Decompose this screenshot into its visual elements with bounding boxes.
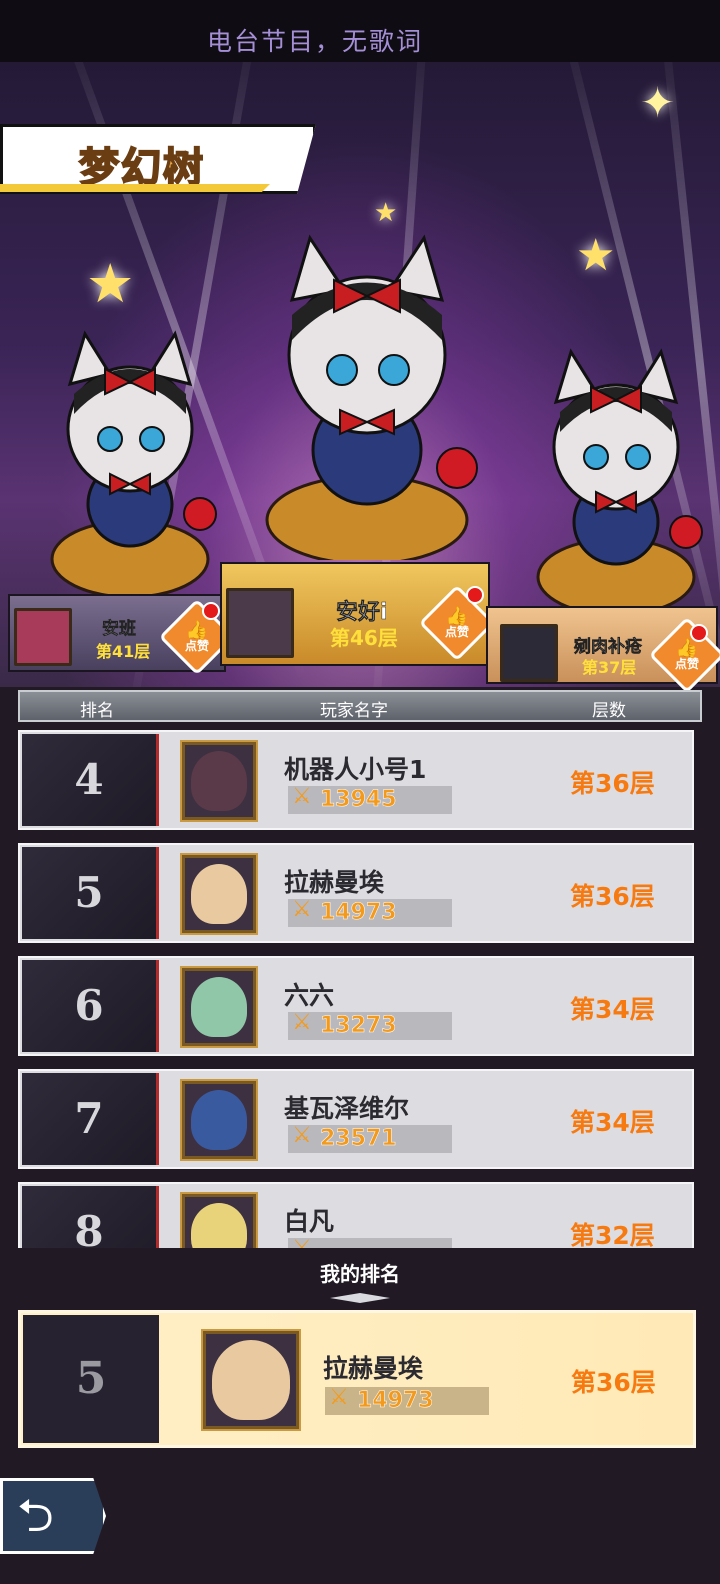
- header-player-name: 玩家名字: [320, 701, 388, 721]
- power-value: 23571: [320, 1126, 397, 1152]
- avatar[interactable]: [201, 1329, 301, 1431]
- player-name: 拉赫曼埃: [284, 868, 385, 897]
- rank-number: 5: [75, 1353, 107, 1404]
- podium-second[interactable]: 安班 第41层 👍 点赞: [8, 594, 236, 676]
- crossed-swords-icon: ⚔: [292, 897, 312, 922]
- header-floor: 层数: [592, 701, 626, 721]
- table-row[interactable]: 4 机器人小号1 ⚔ 13945 第36层: [18, 730, 694, 830]
- player-name: 六六: [284, 981, 335, 1010]
- power-value: 13273: [320, 1013, 397, 1039]
- rank-number: 6: [74, 981, 104, 1030]
- floor-value: 第36层: [570, 769, 655, 798]
- rank-badge: 6: [22, 960, 159, 1052]
- player-name: 机器人小号1: [284, 755, 427, 784]
- rank-badge: 4: [22, 734, 159, 826]
- my-rank-row[interactable]: 5 拉赫曼埃 ⚔ 14973 第36层: [18, 1310, 696, 1448]
- avatar[interactable]: [180, 1079, 258, 1161]
- rank-number: 8: [74, 1207, 104, 1248]
- player-name: 白凡: [284, 1207, 335, 1236]
- rank-number: 5: [74, 868, 104, 917]
- player-name: 基瓦泽维尔: [284, 1094, 410, 1123]
- thumbs-up-icon: 👍: [675, 637, 699, 659]
- rank-badge: 7: [22, 1073, 159, 1165]
- avatar[interactable]: [500, 624, 558, 682]
- character-figure-first: [265, 234, 478, 560]
- top-bar: 电台节目，无歌词: [0, 0, 720, 62]
- character-figure-third: [536, 348, 703, 612]
- star-icon: ★: [374, 198, 398, 228]
- table-row[interactable]: 6 六六 ⚔ 13273 第34层: [18, 956, 694, 1056]
- ranking-table-header: 排名 玩家名字 层数: [18, 690, 702, 722]
- power-bar: ⚔ 14973: [325, 1385, 489, 1415]
- power-bar: ⚔ 13273: [288, 1010, 452, 1040]
- avatar[interactable]: [180, 740, 258, 822]
- header-rank: 排名: [80, 701, 114, 721]
- podium-third[interactable]: 剜肉补疮 第37层 👍 点赞: [486, 606, 720, 694]
- like-button-third[interactable]: 👍 点赞: [648, 616, 720, 694]
- power-bar: ⚔ 13945: [288, 784, 452, 814]
- power-value: 13945: [320, 787, 397, 813]
- crossed-swords-icon: ⚔: [292, 784, 312, 809]
- character-figure-second: [50, 330, 217, 594]
- podium-first[interactable]: 安好i 第46层 👍 点赞: [220, 562, 496, 666]
- avatar[interactable]: [226, 588, 294, 658]
- crossed-swords-icon: ⚔: [292, 1123, 312, 1148]
- floor-value: 第36层: [571, 1368, 656, 1397]
- like-label: 点赞: [184, 638, 209, 653]
- back-button[interactable]: ⮌: [0, 1478, 106, 1554]
- rank-badge: 5: [23, 1315, 159, 1443]
- player-name: 拉赫曼埃: [323, 1354, 424, 1383]
- table-row[interactable]: 8 白凡 ⚔ 第32层: [18, 1182, 694, 1248]
- rank-number: 4: [74, 755, 104, 804]
- avatar[interactable]: [14, 608, 72, 666]
- power-bar: ⚔ 14973: [288, 897, 452, 927]
- rank-badge: 8: [22, 1186, 159, 1248]
- notification-dot: [202, 602, 220, 620]
- podium-third-floor: 第37层: [582, 658, 637, 677]
- stage-title-banner: 梦幻树: [0, 124, 316, 194]
- sparkle-icon: ✦: [640, 78, 676, 127]
- notification-dot: [690, 624, 708, 642]
- table-row[interactable]: 7 基瓦泽维尔 ⚔ 23571 第34层: [18, 1069, 694, 1169]
- crossed-swords-icon: ⚔: [292, 1236, 312, 1248]
- my-rank-title: 我的排名: [320, 1262, 400, 1286]
- thumbs-up-icon: 👍: [185, 619, 209, 641]
- thumbs-up-icon: 👍: [445, 605, 469, 627]
- floor-value: 第34层: [570, 1108, 655, 1137]
- podium-first-floor: 第46层: [330, 626, 398, 650]
- power-value: 14973: [320, 900, 397, 926]
- like-label: 点赞: [444, 624, 469, 639]
- floor-value: 第36层: [570, 882, 655, 911]
- like-label: 点赞: [674, 656, 699, 671]
- podium-second-floor: 第41层: [96, 642, 151, 661]
- power-bar: ⚔ 23571: [288, 1123, 452, 1153]
- star-icon: ★: [576, 230, 616, 281]
- divider-ornament-icon: [330, 1293, 390, 1303]
- star-icon: ★: [86, 252, 135, 315]
- notification-dot: [466, 586, 484, 604]
- ranking-list[interactable]: 4 机器人小号1 ⚔ 13945 第36层 5 拉赫曼埃 ⚔ 14973 第36…: [0, 724, 720, 1248]
- subtitle-text: 电台节目，无歌词: [207, 27, 424, 56]
- power-bar: ⚔: [288, 1236, 452, 1248]
- avatar[interactable]: [180, 1192, 258, 1248]
- avatar[interactable]: [180, 853, 258, 935]
- power-value: 14973: [357, 1388, 434, 1414]
- title-banner-edge: [0, 184, 270, 192]
- crossed-swords-icon: ⚔: [292, 1010, 312, 1035]
- crossed-swords-icon: ⚔: [329, 1385, 349, 1410]
- avatar[interactable]: [180, 966, 258, 1048]
- floor-value: 第34层: [570, 995, 655, 1024]
- rank-badge: 5: [22, 847, 159, 939]
- table-row[interactable]: 5 拉赫曼埃 ⚔ 14973 第36层: [18, 843, 694, 943]
- rank-number: 7: [74, 1094, 104, 1143]
- back-arrow-icon: ⮌: [17, 1488, 54, 1542]
- podium-second-name: 安班: [102, 619, 137, 640]
- floor-value: 第32层: [570, 1221, 655, 1248]
